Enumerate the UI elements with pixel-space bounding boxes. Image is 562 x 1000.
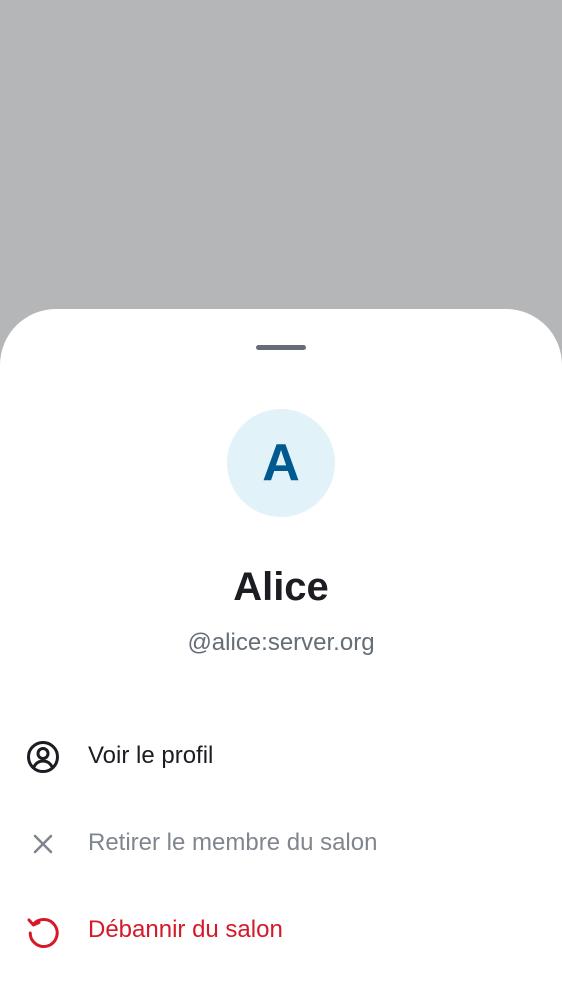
unban-restore-icon	[24, 912, 62, 950]
bottom-sheet-scrim[interactable]	[0, 0, 562, 340]
user-profile-icon	[24, 738, 62, 776]
unban-button[interactable]: Débannir du salon	[0, 890, 562, 970]
member-user-id: @alice:server.org	[187, 629, 375, 656]
sheet-drag-handle[interactable]	[256, 345, 306, 350]
view-profile-button[interactable]: Voir le profil	[0, 716, 562, 796]
avatar-initial: A	[262, 434, 300, 492]
member-bottom-sheet: A Alice @alice:server.org Voir le profil…	[0, 309, 562, 1000]
remove-member-button[interactable]: Retirer le membre du salon	[0, 803, 562, 883]
remove-member-label: Retirer le membre du salon	[88, 829, 378, 856]
avatar: A	[227, 409, 335, 517]
screen: A Alice @alice:server.org Voir le profil…	[0, 0, 562, 1000]
view-profile-label: Voir le profil	[88, 742, 214, 769]
unban-label: Débannir du salon	[88, 916, 283, 943]
member-display-name: Alice	[233, 565, 329, 609]
close-icon	[24, 825, 62, 863]
